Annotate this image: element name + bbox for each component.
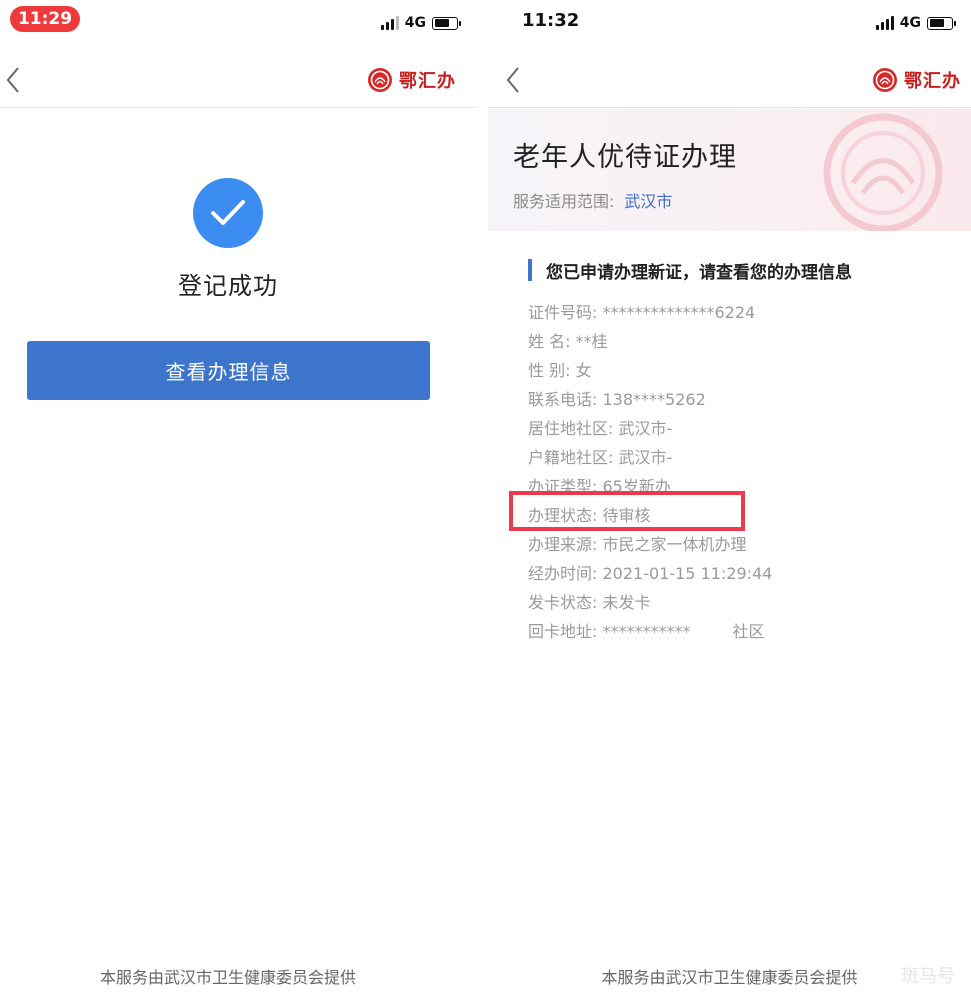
success-title: 登记成功: [178, 272, 278, 300]
info-row-gender: 性 别女: [528, 356, 961, 385]
network-type: 4G: [899, 15, 921, 31]
success-badge: [193, 178, 263, 248]
status-time: 11:29: [10, 6, 80, 32]
info-row-card-return-address: 回卡地址***********社区: [528, 617, 961, 646]
info-row-phone: 联系电话138****5262: [528, 385, 961, 414]
brand: 鄂汇办: [872, 67, 961, 93]
network-type: 4G: [404, 15, 426, 31]
info-row-residence-community: 居住地社区武汉市-: [528, 414, 961, 443]
status-indicators: 4G: [380, 14, 461, 32]
back-button[interactable]: [502, 64, 532, 96]
info-row-name: 姓 名**桂: [528, 327, 961, 356]
service-provider-footer: 本服务由武汉市卫生健康委员会提供: [99, 968, 356, 987]
application-info-section: 您已申请办理新证，请查看您的办理信息 证件号码**************622…: [528, 258, 961, 646]
service-scope: 服务适用范围: 武汉市: [513, 188, 672, 212]
scope-value: 武汉市: [624, 192, 673, 211]
brand: 鄂汇办: [367, 67, 456, 93]
checkmark-icon: [211, 200, 245, 225]
brand-name: 鄂汇办: [904, 71, 961, 92]
brand-logo-icon: [873, 68, 897, 92]
service-provider-footer: 本服务由武汉市卫生健康委员会提供: [601, 968, 858, 987]
address-tail: 社区: [732, 622, 765, 641]
nav-bar: 鄂汇办: [488, 50, 971, 108]
view-application-info-button[interactable]: 查看办理信息: [27, 341, 430, 400]
battery-icon: [432, 16, 461, 30]
status-indicators: 4G: [875, 14, 956, 32]
info-row-card-type: 办证类型65岁新办: [528, 472, 961, 501]
nav-bar: 鄂汇办: [0, 50, 476, 108]
service-banner: 老年人优待证办理 服务适用范围: 武汉市: [488, 109, 971, 231]
back-button[interactable]: [2, 64, 32, 96]
section-title: 您已申请办理新证，请查看您的办理信息: [546, 262, 852, 283]
signal-icon: [380, 16, 399, 30]
page-title: 老年人优待证办理: [513, 142, 737, 173]
info-list: 证件号码**************6224 姓 名**桂 性 别女 联系电话1…: [528, 298, 961, 646]
status-bar: 11:29 4G: [0, 0, 476, 46]
info-row-handling-time: 经办时间2021-01-15 11:29:44: [528, 559, 961, 588]
scope-label: 服务适用范围:: [513, 192, 615, 211]
screen-registration-success: 11:29 4G 鄂汇办 登记成功 查看办理信息 本服务由武汉市卫生健康委员会提…: [0, 0, 476, 1006]
signal-icon: [875, 16, 894, 30]
section-accent-bar: [528, 259, 532, 281]
section-header: 您已申请办理新证，请查看您的办理信息: [528, 258, 961, 283]
info-row-source: 办理来源市民之家一体机办理: [528, 530, 961, 559]
info-row-household-community: 户籍地社区武汉市-: [528, 443, 961, 472]
redaction-mask: [688, 420, 868, 438]
status-time: 11:32: [522, 10, 580, 31]
battery-icon: [927, 16, 956, 30]
status-bar: 11:32 4G: [488, 0, 971, 46]
redaction-mask: [688, 449, 868, 467]
watermark-text: 斑马号: [901, 966, 955, 987]
info-row-status: 办理状态待审核: [528, 501, 961, 530]
brand-name: 鄂汇办: [399, 71, 456, 92]
back-chevron-icon: [6, 67, 19, 93]
banner-watermark-logo-icon: [823, 113, 943, 231]
info-row-id-number: 证件号码**************6224: [528, 298, 961, 327]
screen-application-info: 11:32 4G 鄂汇办 老年人优待证办理 服务适用范围: 武汉市 您已申请办理新…: [488, 0, 971, 1006]
back-chevron-icon: [506, 67, 519, 93]
brand-logo-icon: [368, 68, 392, 92]
info-row-card-issue-status: 发卡状态未发卡: [528, 588, 961, 617]
